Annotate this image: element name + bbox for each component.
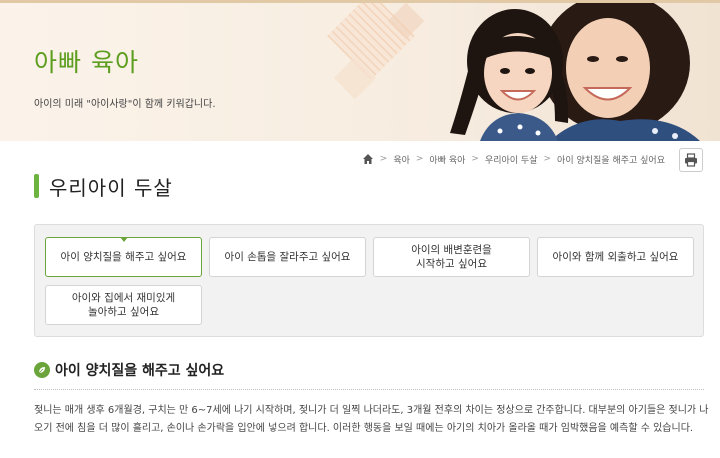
page-title-text: 우리아이 두살 (49, 175, 173, 200)
tab-label: 아이와 집에서 재미있게 놀아하고 싶어요 (71, 292, 176, 318)
leaf-icon (34, 362, 50, 378)
tab-label: 아이 양치질을 해주고 싶어요 (60, 251, 187, 263)
hero-banner: 아빠 육아 아이의 미래 "아이사랑"이 함께 키워갑니다. (0, 3, 720, 141)
breadcrumb: > 육아 > 아빠 육아 > 우리아이 두살 > 아이 양치질을 해주고 싶어요 (362, 150, 668, 168)
breadcrumb-separator: > (543, 154, 552, 164)
tab-label: 아이와 함께 외출하고 싶어요 (552, 251, 679, 263)
active-tab-indicator (119, 237, 128, 242)
breadcrumb-current: 아이 양치질을 해주고 싶어요 (557, 155, 665, 166)
banner-subtitle: 아이의 미래 "아이사랑"이 함께 키워갑니다. (34, 99, 216, 110)
print-icon (685, 153, 697, 167)
tab-cutting-nails[interactable]: 아이 손톱을 잘라주고 싶어요 (209, 237, 366, 277)
tab-label: 아이의 배변훈련을 시작하고 싶어요 (411, 244, 492, 270)
section-divider (34, 389, 704, 390)
breadcrumb-separator: > (415, 154, 424, 164)
tab-brushing-teeth[interactable]: 아이 양치질을 해주고 싶어요 (45, 237, 202, 277)
breadcrumb-item[interactable]: 우리아이 두살 (485, 153, 538, 166)
title-accent-bar (34, 174, 39, 198)
breadcrumb-separator: > (471, 154, 479, 164)
print-button[interactable] (679, 148, 703, 172)
section-title: 아이 양치질을 해주고 싶어요 (55, 363, 225, 379)
page-title: 우리아이 두살 (34, 172, 173, 200)
tab-label: 아이 손톱을 잘라주고 싶어요 (224, 251, 351, 263)
banner-title: 아빠 육아 (34, 48, 139, 77)
breadcrumb-item[interactable]: 아빠 육아 (429, 153, 465, 166)
topic-tab-panel: 아이 양치질을 해주고 싶어요 아이 손톱을 잘라주고 싶어요 아이의 배변훈련… (34, 224, 704, 337)
tab-potty-training[interactable]: 아이의 배변훈련을 시작하고 싶어요 (373, 237, 530, 277)
breadcrumb-item[interactable]: 육아 (393, 153, 410, 166)
section-heading: 아이 양치질을 해주고 싶어요 (34, 360, 224, 380)
home-icon[interactable] (362, 153, 374, 165)
section-body: 젖니는 매개 생후 6개월경, 구치는 만 6~7세에 나기 시작하며, 젖니가… (34, 405, 709, 434)
tab-playing-at-home[interactable]: 아이와 집에서 재미있게 놀아하고 싶어요 (45, 285, 202, 325)
mother-child-photo (430, 3, 720, 141)
breadcrumb-separator: > (379, 154, 388, 164)
tab-going-out[interactable]: 아이와 함께 외출하고 싶어요 (537, 237, 694, 277)
